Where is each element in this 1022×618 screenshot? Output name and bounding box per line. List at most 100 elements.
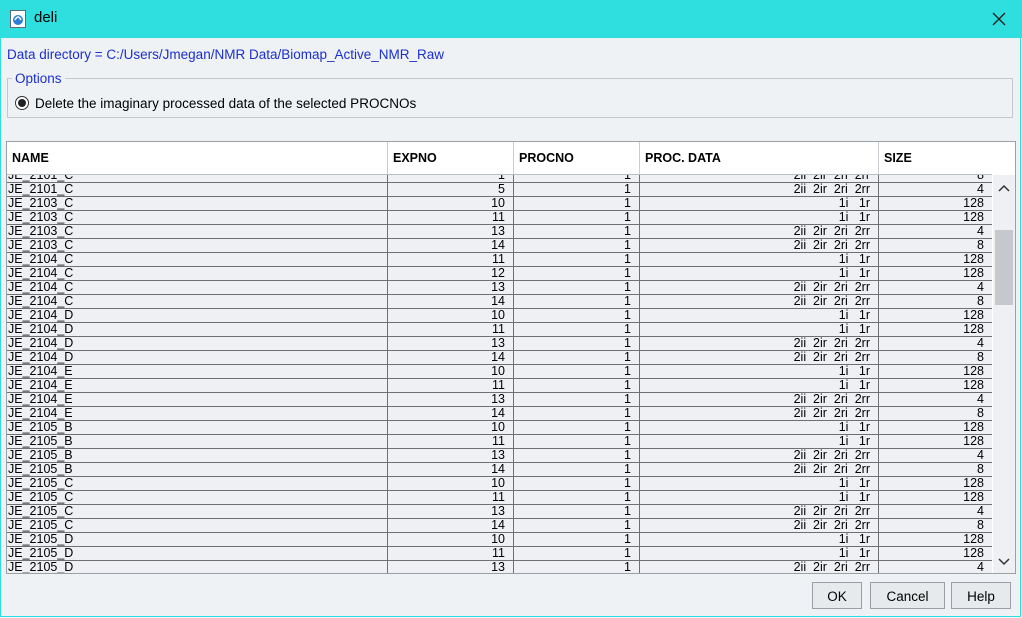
cell-procno: 1 (514, 477, 640, 490)
table-row[interactable]: JE_2105_C 13 1 2ii 2ir 2ri 2rr 4 (7, 505, 992, 519)
cell-name: JE_2104_E (7, 393, 388, 406)
vertical-scrollbar[interactable] (993, 175, 1015, 573)
table-row[interactable]: JE_2104_D 14 1 2ii 2ir 2ri 2rr 8 (7, 351, 992, 365)
cell-size: 128 (963, 476, 984, 490)
cell-name: JE_2104_C (7, 295, 388, 308)
table-row[interactable]: JE_2105_D 13 1 2ii 2ir 2ri 2rr 4 (7, 561, 992, 573)
table-row[interactable]: JE_2104_D 13 1 2ii 2ir 2ri 2rr 4 (7, 337, 992, 351)
cell-proc-data: 1i 1r (640, 477, 879, 490)
cell-name: JE_2104_E (7, 365, 388, 378)
column-header-name[interactable]: NAME (7, 142, 388, 174)
table-row[interactable]: JE_2103_C 14 1 2ii 2ir 2ri 2rr 8 (7, 239, 992, 253)
table-row[interactable]: JE_2105_D 11 1 1i 1r 128 (7, 547, 992, 561)
cell-proc-data: 1i 1r (640, 211, 879, 224)
table-row[interactable]: JE_2101_C 5 1 2ii 2ir 2ri 2rr 4 (7, 183, 992, 197)
cell-expno: 13 (388, 337, 514, 350)
cell-procno: 1 (514, 183, 640, 196)
cell-size: 4 (977, 182, 984, 196)
cell-proc-data: 2ii 2ir 2ri 2rr (640, 337, 879, 350)
procno-table: NAME EXPNO PROCNO PROC. DATA SIZE JE_210… (6, 141, 1016, 574)
cell-size: 8 (977, 406, 984, 420)
cell-procno: 1 (514, 281, 640, 294)
table-row[interactable]: JE_2105_C 14 1 2ii 2ir 2ri 2rr 8 (7, 519, 992, 533)
delete-imaginary-radio[interactable] (15, 96, 29, 110)
cell-proc-data: 1i 1r (640, 547, 879, 560)
table-row[interactable]: JE_2104_C 12 1 1i 1r 128 (7, 267, 992, 281)
table-row[interactable]: JE_2105_C 10 1 1i 1r 128 (7, 477, 992, 491)
table-row[interactable]: JE_2104_E 14 1 2ii 2ir 2ri 2rr 8 (7, 407, 992, 421)
table-body: JE_2101_C 1 1 2ii 2ir 2ri 2rr 8 JE_2101_C 5 1 2i… (7, 175, 992, 573)
table-row[interactable]: JE_2104_C 13 1 2ii 2ir 2ri 2rr 4 (7, 281, 992, 295)
ok-button[interactable]: OK (812, 582, 862, 609)
cell-size: 128 (963, 434, 984, 448)
cell-proc-data: 2ii 2ir 2ri 2rr (640, 175, 879, 182)
scrollbar-thumb[interactable] (995, 230, 1013, 305)
table-row[interactable]: JE_2104_C 14 1 2ii 2ir 2ri 2rr 8 (7, 295, 992, 309)
cell-expno: 10 (388, 477, 514, 490)
cell-name: JE_2105_B (7, 435, 388, 448)
cell-name: JE_2105_D (7, 533, 388, 546)
cell-expno: 13 (388, 393, 514, 406)
table-row[interactable]: JE_2104_D 10 1 1i 1r 128 (7, 309, 992, 323)
cell-size: 8 (977, 350, 984, 364)
cell-procno: 1 (514, 267, 640, 280)
cell-expno: 13 (388, 281, 514, 294)
cell-expno: 11 (388, 323, 514, 336)
table-row[interactable]: JE_2104_E 11 1 1i 1r 128 (7, 379, 992, 393)
chevron-up-icon[interactable] (996, 181, 1012, 195)
cell-proc-data: 1i 1r (640, 491, 879, 504)
table-row[interactable]: JE_2104_D 11 1 1i 1r 128 (7, 323, 992, 337)
cell-procno: 1 (514, 175, 640, 182)
cell-procno: 1 (514, 407, 640, 420)
cell-procno: 1 (514, 393, 640, 406)
column-header-proc-data[interactable]: PROC. DATA (640, 142, 879, 174)
delete-imaginary-radio-label[interactable]: Delete the imaginary processed data of t… (35, 96, 416, 111)
cell-proc-data: 2ii 2ir 2ri 2rr (640, 393, 879, 406)
cell-name: JE_2105_B (7, 421, 388, 434)
cell-procno: 1 (514, 351, 640, 364)
cell-procno: 1 (514, 491, 640, 504)
cell-name: JE_2105_B (7, 449, 388, 462)
close-icon[interactable] (986, 6, 1012, 32)
cell-procno: 1 (514, 225, 640, 238)
column-header-procno[interactable]: PROCNO (514, 142, 640, 174)
table-row[interactable]: JE_2104_E 13 1 2ii 2ir 2ri 2rr 4 (7, 393, 992, 407)
table-row[interactable]: JE_2105_B 13 1 2ii 2ir 2ri 2rr 4 (7, 449, 992, 463)
cancel-button[interactable]: Cancel (870, 582, 945, 609)
cell-size: 128 (963, 266, 984, 280)
cell-size: 8 (977, 294, 984, 308)
table-row[interactable]: JE_2105_D 10 1 1i 1r 128 (7, 533, 992, 547)
cell-proc-data: 1i 1r (640, 323, 879, 336)
table-row[interactable]: JE_2103_C 10 1 1i 1r 128 (7, 197, 992, 211)
chevron-down-icon[interactable] (996, 555, 1012, 569)
cell-expno: 5 (388, 183, 514, 196)
cell-size: 8 (977, 462, 984, 476)
table-row[interactable]: JE_2103_C 13 1 2ii 2ir 2ri 2rr 4 (7, 225, 992, 239)
cell-size: 128 (963, 490, 984, 504)
cell-proc-data: 1i 1r (640, 197, 879, 210)
cell-proc-data: 1i 1r (640, 267, 879, 280)
column-header-expno[interactable]: EXPNO (388, 142, 514, 174)
column-header-size[interactable]: SIZE (879, 142, 992, 174)
table-row[interactable]: JE_2103_C 11 1 1i 1r 128 (7, 211, 992, 225)
cell-size: 128 (963, 210, 984, 224)
cell-size: 4 (977, 504, 984, 518)
cell-procno: 1 (514, 197, 640, 210)
cell-procno: 1 (514, 379, 640, 392)
cell-expno: 13 (388, 449, 514, 462)
cell-name: JE_2105_C (7, 519, 388, 532)
cell-proc-data: 2ii 2ir 2ri 2rr (640, 239, 879, 252)
table-row[interactable]: JE_2105_B 11 1 1i 1r 128 (7, 435, 992, 449)
table-row[interactable]: JE_2104_E 10 1 1i 1r 128 (7, 365, 992, 379)
table-row[interactable]: JE_2104_C 11 1 1i 1r 128 (7, 253, 992, 267)
cell-procno: 1 (514, 435, 640, 448)
cell-proc-data: 2ii 2ir 2ri 2rr (640, 463, 879, 476)
title-bar[interactable]: deli (0, 0, 1022, 38)
table-row[interactable]: JE_2105_B 14 1 2ii 2ir 2ri 2rr 8 (7, 463, 992, 477)
help-button[interactable]: Help (951, 582, 1011, 609)
table-row[interactable]: JE_2105_C 11 1 1i 1r 128 (7, 491, 992, 505)
cell-size: 128 (963, 532, 984, 546)
cell-size: 128 (963, 378, 984, 392)
table-row[interactable]: JE_2105_B 10 1 1i 1r 128 (7, 421, 992, 435)
cell-proc-data: 1i 1r (640, 533, 879, 546)
